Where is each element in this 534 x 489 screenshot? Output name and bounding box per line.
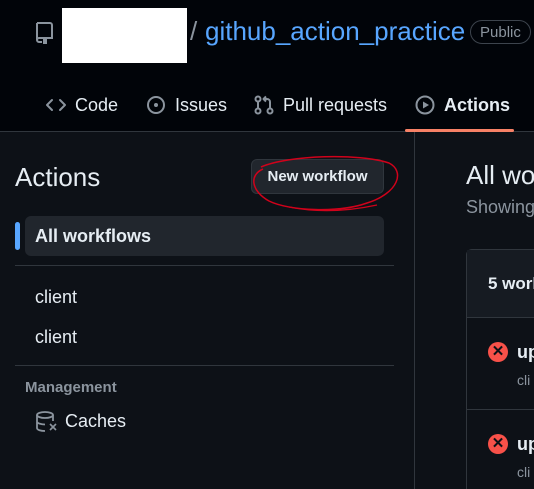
- page-title: All wo: [466, 160, 534, 190]
- redacted-owner: [62, 8, 187, 63]
- tab-code[interactable]: Code: [45, 88, 118, 122]
- visibility-badge: Public: [470, 20, 531, 44]
- play-icon: [415, 95, 435, 115]
- tab-issues[interactable]: Issues: [145, 88, 227, 122]
- row-divider: [467, 409, 534, 410]
- page-subtitle: Showing: [466, 197, 534, 217]
- tab-pull-requests[interactable]: Pull requests: [253, 88, 387, 122]
- repo-name-link[interactable]: github_action_practice: [205, 16, 465, 47]
- tab-pull-requests-label: Pull requests: [283, 94, 388, 115]
- tab-code-label: Code: [75, 94, 119, 115]
- page: / github_action_practice Public Code Iss…: [0, 0, 534, 489]
- x-circle-fill-icon: ✕: [488, 434, 508, 454]
- code-icon: [46, 99, 66, 111]
- management-heading: Management: [25, 379, 117, 396]
- sidebar-item-caches[interactable]: Caches: [65, 411, 126, 432]
- sidebar-divider: [15, 265, 394, 266]
- tab-issues-label: Issues: [175, 94, 228, 115]
- path-separator: /: [190, 16, 198, 46]
- sidebar-title: Actions: [15, 162, 101, 192]
- run-title-link[interactable]: up: [517, 434, 534, 455]
- sidebar-item-all-workflows-label: All workflows: [35, 226, 152, 246]
- sidebar-item-workflow-client[interactable]: client: [35, 327, 77, 348]
- run-meta: cli: [517, 464, 531, 480]
- runs-count: 5 work: [488, 274, 534, 293]
- selected-tab-underline: [405, 129, 514, 132]
- sidebar-separator: [414, 132, 415, 489]
- sidebar-divider: [15, 365, 394, 366]
- repo-icon: [36, 22, 53, 44]
- issue-opened-icon: [147, 96, 165, 114]
- database-icon: [36, 411, 57, 432]
- sidebar-item-workflow-client[interactable]: client: [35, 287, 77, 308]
- x-circle-fill-icon: ✕: [488, 342, 508, 362]
- new-workflow-button[interactable]: New workflow: [251, 159, 384, 194]
- row-divider: [467, 317, 534, 318]
- tab-actions[interactable]: Actions: [414, 88, 510, 122]
- active-indicator: [15, 222, 20, 250]
- run-title-link[interactable]: up: [517, 342, 534, 363]
- run-meta: cli: [517, 372, 531, 388]
- tab-actions-label: Actions: [444, 94, 511, 115]
- git-pull-request-icon: [254, 95, 274, 115]
